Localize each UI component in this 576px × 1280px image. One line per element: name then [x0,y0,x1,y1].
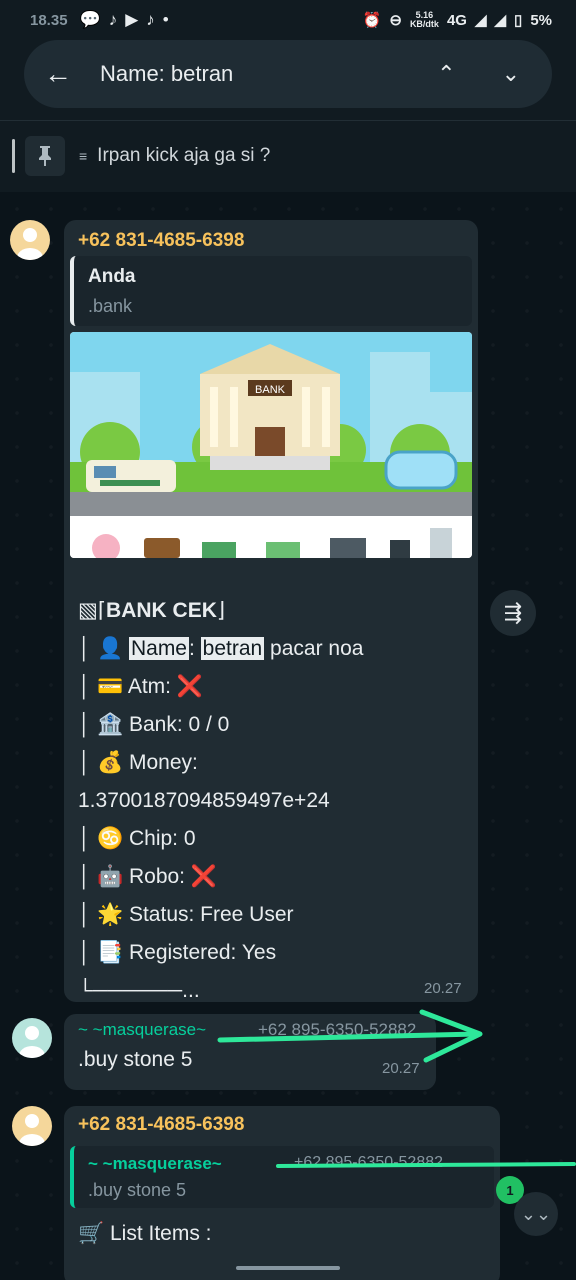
quoted-text: .bank [88,296,133,316]
atm-line: │ 💳 Atm: ❌ [78,675,203,698]
double-chevron-down-icon: ⌄⌄ [520,1203,552,1224]
dnd-icon: ⊖ [389,12,402,29]
message-time: 20.27 [424,980,462,997]
message-text: .buy stone 5 [78,1048,193,1071]
robot-icon: 🤖 [96,865,124,888]
bank-title: BANK CEK [106,599,217,622]
money-value: 1.3700187094859497e+24 [78,789,330,812]
money-bag-icon: 💰 [96,751,124,774]
message-text: 🛒 List Items : [78,1222,212,1245]
network-type: 4G [446,11,467,29]
alarm-icon: ⏰ [362,12,382,29]
sender-name[interactable]: ~ ~masquerase~ [78,1020,206,1040]
status-line: │ 🌟 Status: Free User [78,903,294,926]
bank-icon: 🏦 [96,713,124,736]
robo-line: │ 🤖 Robo: ❌ [78,865,217,888]
forward-icon: ⇶ [503,600,523,625]
tiktok-notification-icon: ♪ [108,10,118,29]
quoted-text: .buy stone 5 [88,1180,187,1200]
bank-sign-text: BANK [255,384,286,396]
annotation-line [276,1162,576,1168]
quoted-sender: Anda [88,266,136,287]
chip-line: │ ♋ Chip: 0 [78,827,196,850]
name-line: │ 👤 Name: betran pacar noa [78,637,364,660]
sender-name[interactable]: +62 831-4685-6398 [78,230,244,252]
signal-icon: ◢ [474,12,487,29]
footer-line: └──────... [78,979,200,1002]
bank-line: │ 🏦 Bank: 0 / 0 [78,713,230,736]
more-notifications-icon: • [162,10,169,29]
quoted-message[interactable]: Anda .bank [70,256,472,326]
bank-title-line: ▧⌈BANK CEK⌋ [78,599,226,622]
search-prev-icon[interactable]: ⌃ [437,61,455,87]
whatsapp-notification-icon: 💬 [79,10,101,29]
user-icon: 👤 [96,637,124,660]
name-value-highlight: betran [200,637,265,660]
name-rest: pacar noa [264,637,364,660]
home-indicator[interactable] [236,1266,340,1270]
signal-icon: ◢ [494,12,507,29]
notification-icons: 💬 ♪ ▶ ♪ • [80,10,169,30]
scroll-down-button[interactable]: ⌄⌄ [514,1192,558,1236]
avatar[interactable] [10,220,50,260]
message-lines-icon: ≡ [79,148,88,164]
search-input[interactable] [100,61,400,87]
chat-area[interactable]: +62 831-4685-6398 Anda .bank BANK ▧⌈BANK… [0,192,576,1280]
avatar[interactable] [12,1018,52,1058]
card-icon: 💳 [96,675,124,698]
battery-level: 5% [530,11,552,29]
search-next-icon[interactable]: ⌄ [502,61,520,87]
message-bubble-list[interactable]: +62 831-4685-6398 ~ ~masquerase~ .buy st… [64,1106,500,1280]
annotation-arrow [217,1009,483,1063]
cancer-sign-icon: ♋ [96,827,124,850]
bank-info-text: ▧⌈BANK CEK⌋ │ 👤 Name: betran pacar noa │… [78,592,468,1010]
clock: 18.35 [30,11,68,29]
battery-icon: ▯ [514,12,523,29]
search-bar: ← ⌃ ⌄ [24,40,552,108]
youtube-notification-icon: ▶ [125,10,139,29]
money-line: │ 💰 Money: [78,751,198,774]
back-arrow-icon[interactable]: ← [44,58,76,90]
bank-illustration-image[interactable]: BANK [70,332,472,558]
tiktok-notification-icon: ♪ [146,10,155,29]
star-icon: 🌟 [96,903,124,926]
document-icon: 📑 [96,941,124,964]
registered-line: │ 📑 Registered: Yes [78,941,277,964]
pinned-indicator [12,139,15,173]
avatar[interactable] [12,1106,52,1146]
pinned-message-bar[interactable]: ≡ Irpan kick aja ga si ? [0,121,576,191]
pin-icon[interactable] [25,136,65,176]
sender-name[interactable]: +62 831-4685-6398 [78,1114,244,1136]
status-bar: 18.35 💬 ♪ ▶ ♪ • ⏰ ⊖ 5.16 KB/dtk 4G ◢ ◢ ▯ … [0,0,576,40]
net-speed: 5.16 KB/dtk [409,10,439,29]
forward-button[interactable]: ⇶ [490,590,536,636]
name-label-highlight: Name [128,637,189,660]
pinned-message-text: Irpan kick aja ga si ? [97,145,271,166]
